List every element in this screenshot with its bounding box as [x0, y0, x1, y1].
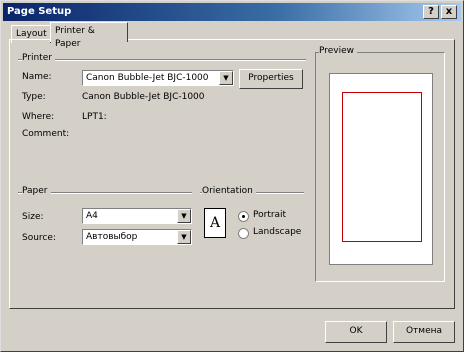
paper-source-select[interactable]: Автовыбор ▼ — [82, 229, 192, 245]
preview-frame — [315, 52, 445, 282]
tab-printer-paper[interactable]: Printer & Paper — [50, 22, 128, 49]
close-button[interactable]: x — [441, 5, 457, 19]
paper-source-value: Автовыбор — [86, 232, 138, 242]
chevron-down-icon[interactable]: ▼ — [177, 209, 191, 223]
page-setup-dialog: Page Setup ? x Layout Printer & Paper Pr… — [0, 0, 464, 352]
help-button[interactable]: ? — [423, 5, 439, 19]
chevron-down-icon[interactable]: ▼ — [219, 71, 233, 85]
orientation-group-label: Orientation — [202, 186, 256, 196]
landscape-radio[interactable] — [238, 228, 249, 239]
printer-where-label: Where: — [22, 112, 55, 122]
printer-type-label: Type: — [22, 92, 46, 102]
printer-group-label: Printer — [22, 53, 55, 63]
ok-button[interactable]: OK — [325, 321, 387, 343]
paper-size-label: Size: — [22, 212, 44, 222]
preview-margins — [342, 92, 422, 242]
paper-source-label: Source: — [22, 233, 56, 243]
tab-layout-label: Layout — [16, 29, 47, 39]
paper-size-value: A4 — [86, 211, 98, 221]
paper-size-select[interactable]: A4 ▼ — [82, 208, 192, 224]
landscape-label[interactable]: Landscape — [253, 227, 301, 237]
preview-page — [329, 73, 433, 265]
radio-selected-dot — [242, 215, 245, 218]
printer-name-value: Canon Bubble-Jet BJC-1000 — [86, 73, 209, 83]
tab-panel: Printer Name: Canon Bubble-Jet BJC-1000 … — [9, 39, 455, 309]
printer-where-value: LPT1: — [82, 112, 107, 122]
portrait-page-icon: A — [204, 208, 226, 238]
paper-group-label: Paper — [22, 186, 51, 196]
preview-group-label: Preview — [319, 46, 358, 56]
printer-type-value: Canon Bubble-Jet BJC-1000 — [82, 92, 205, 102]
printer-comment-label: Comment: — [22, 129, 70, 139]
portrait-radio[interactable] — [238, 211, 249, 222]
chevron-down-icon[interactable]: ▼ — [177, 230, 191, 244]
window-title: Page Setup — [7, 6, 72, 17]
cancel-button[interactable]: Отмена — [393, 321, 455, 343]
title-bar: Page Setup ? x — [3, 3, 461, 21]
properties-button[interactable]: Properties — [239, 69, 303, 89]
printer-name-select[interactable]: Canon Bubble-Jet BJC-1000 ▼ — [82, 70, 234, 86]
portrait-label[interactable]: Portrait — [253, 210, 286, 220]
printer-group-line — [18, 59, 306, 61]
printer-name-label: Name: — [22, 72, 52, 82]
